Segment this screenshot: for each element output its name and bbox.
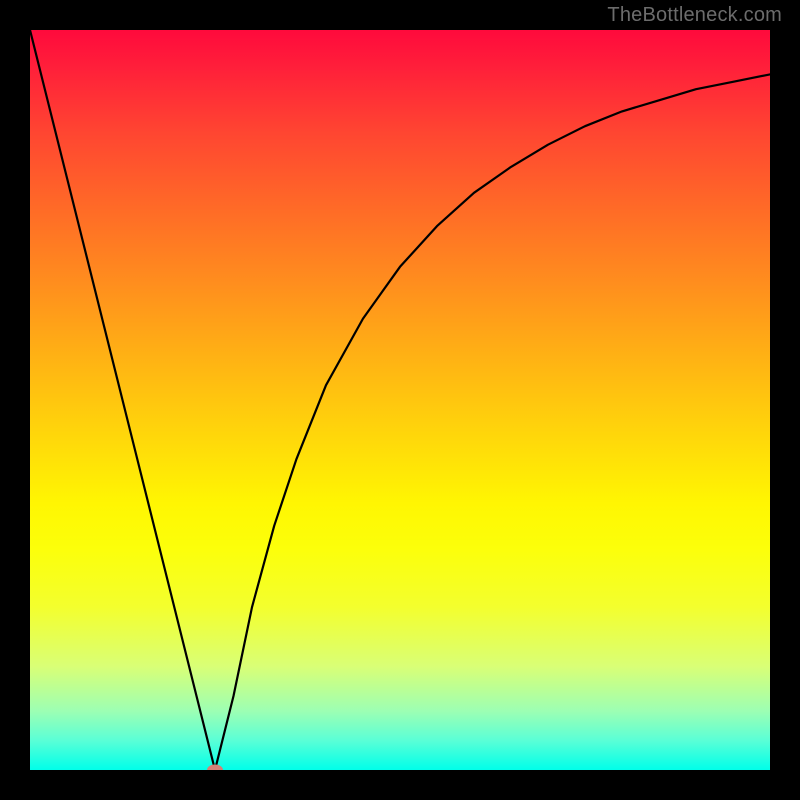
bottleneck-curve (30, 30, 770, 770)
watermark-text: TheBottleneck.com (607, 4, 782, 27)
chart-frame: TheBottleneck.com (0, 0, 800, 800)
plot-area (30, 30, 770, 770)
minimum-marker-icon (207, 765, 223, 771)
curve-svg (30, 30, 770, 770)
